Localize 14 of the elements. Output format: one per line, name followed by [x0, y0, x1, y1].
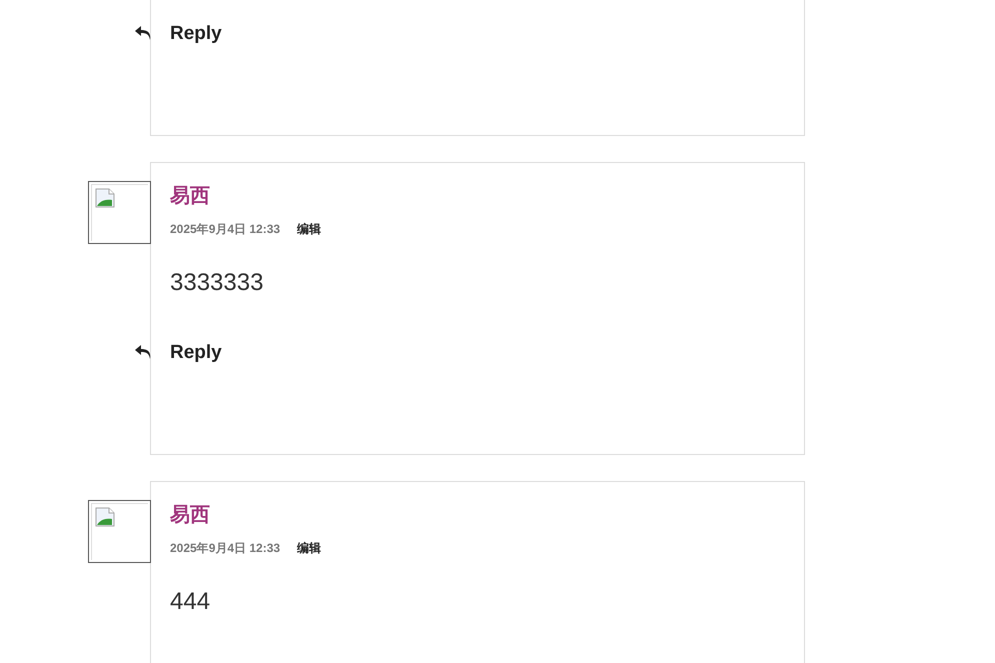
reply-icon[interactable]: [134, 25, 152, 41]
reply-icon[interactable]: [134, 344, 152, 360]
comment-date: 2025年9月4日 12:33: [170, 540, 280, 556]
edit-link[interactable]: 编辑: [297, 540, 322, 556]
edit-link[interactable]: 编辑: [297, 221, 322, 237]
broken-image-icon: [95, 188, 115, 208]
author-name[interactable]: 易西: [170, 182, 804, 210]
comment-text: 444: [170, 587, 212, 617]
reply-link[interactable]: Reply: [170, 22, 222, 46]
broken-image-icon: [95, 507, 115, 527]
reply-link[interactable]: Reply: [170, 341, 222, 365]
comment-date: 2025年9月4日 12:33: [170, 221, 280, 237]
author-name[interactable]: 易西: [170, 501, 804, 529]
comment-text: 3333333: [170, 268, 264, 298]
